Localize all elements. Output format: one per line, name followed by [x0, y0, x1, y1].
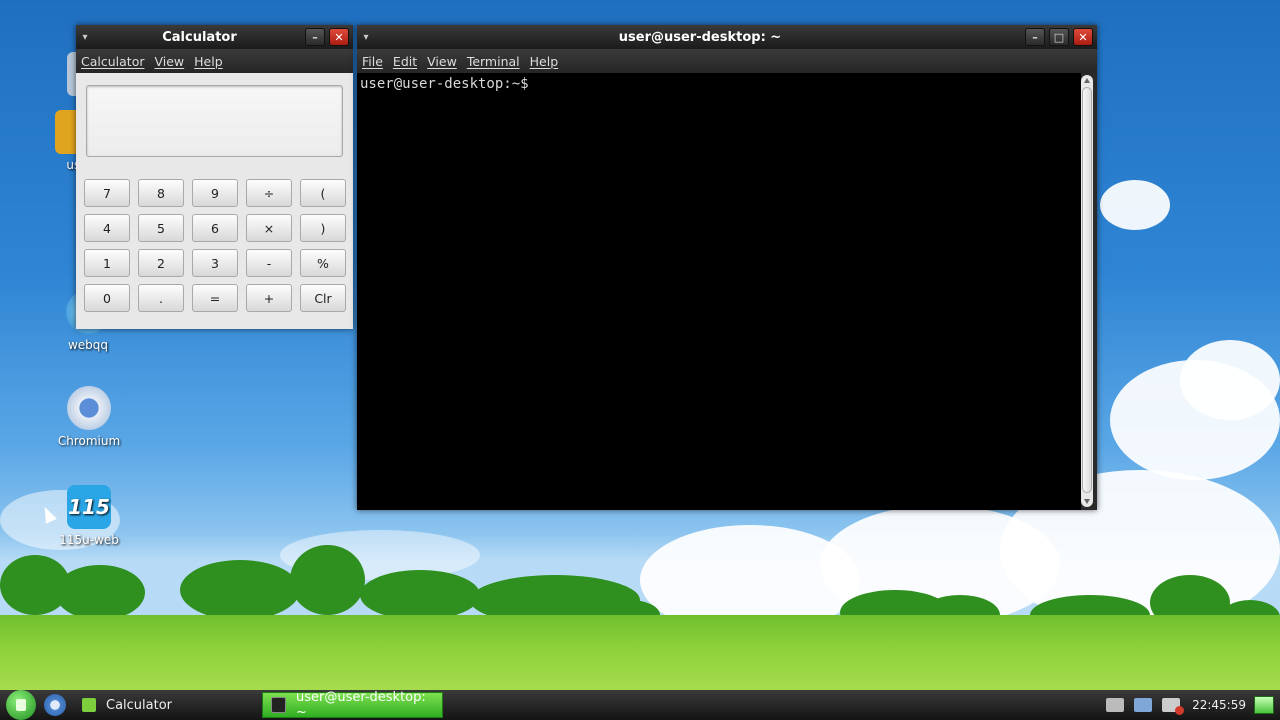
calculator-display [86, 85, 343, 157]
desktop-icon-label: 115u-web [59, 533, 119, 547]
key-0[interactable]: 0 [84, 284, 130, 312]
volume-icon[interactable] [1162, 698, 1185, 715]
scroll-down-icon[interactable] [1084, 499, 1090, 504]
key-open-paren[interactable]: ( [300, 179, 346, 207]
start-icon [16, 699, 26, 711]
key-8[interactable]: 8 [138, 179, 184, 207]
key-1[interactable]: 1 [84, 249, 130, 277]
minimize-button[interactable]: – [305, 28, 325, 46]
terminal-window: ▾ user@user-desktop: ~ – □ ✕ File Edit V… [357, 25, 1097, 510]
key-6[interactable]: 6 [192, 214, 238, 242]
window-menu-icon[interactable]: ▾ [357, 32, 375, 43]
taskbar-item-terminal[interactable]: user@user-desktop: ~ [262, 690, 444, 720]
key-plus[interactable]: + [246, 284, 292, 312]
terminal-prompt: user@user-desktop:~$ [360, 76, 529, 92]
menu-calculator[interactable]: Calculator [76, 54, 149, 69]
taskbar-item-calculator[interactable]: Calculator [74, 692, 184, 718]
window-menu-icon[interactable]: ▾ [76, 32, 94, 43]
menu-view[interactable]: View [149, 54, 189, 69]
desktop-icon-label: webqq [67, 338, 109, 352]
taskbar: Calculator user@user-desktop: ~ 22:45:59 [0, 690, 1280, 720]
key-7[interactable]: 7 [84, 179, 130, 207]
calculator-titlebar[interactable]: ▾ Calculator – ✕ [76, 25, 353, 49]
menu-view[interactable]: View [422, 54, 462, 69]
key-9[interactable]: 9 [192, 179, 238, 207]
115-icon: 115 [67, 485, 111, 529]
menu-help[interactable]: Help [525, 54, 564, 69]
key-equals[interactable]: = [192, 284, 238, 312]
menu-help[interactable]: Help [189, 54, 228, 69]
key-2[interactable]: 2 [138, 249, 184, 277]
task-label: user@user-desktop: ~ [295, 690, 426, 720]
menu-edit[interactable]: Edit [388, 54, 422, 69]
key-5[interactable]: 5 [138, 214, 184, 242]
task-label: Calculator [106, 697, 173, 713]
key-minus[interactable]: - [246, 249, 292, 277]
system-tray: 22:45:59 [1106, 696, 1280, 715]
scrollbar-thumb[interactable] [1082, 87, 1092, 493]
close-button[interactable]: ✕ [1073, 28, 1093, 46]
key-percent[interactable]: % [300, 249, 346, 277]
volume-muted-icon [1175, 706, 1185, 715]
key-4[interactable]: 4 [84, 214, 130, 242]
start-menu-button[interactable] [6, 690, 36, 720]
terminal-output[interactable]: user@user-desktop:~$ [357, 73, 1081, 510]
key-decimal[interactable]: . [138, 284, 184, 312]
calculator-menubar: Calculator View Help [76, 49, 353, 73]
show-desktop-button[interactable] [1254, 696, 1274, 714]
browser-launcher-icon[interactable] [44, 694, 66, 716]
network-icon[interactable] [1134, 698, 1153, 712]
chromium-icon [67, 386, 111, 430]
maximize-button[interactable]: □ [1049, 28, 1069, 46]
clock[interactable]: 22:45:59 [1192, 698, 1246, 712]
calculator-title: Calculator [162, 29, 237, 45]
minimize-button[interactable]: – [1025, 28, 1045, 46]
menu-terminal[interactable]: Terminal [462, 54, 525, 69]
calculator-icon [82, 698, 96, 712]
keyboard-icon[interactable] [1106, 698, 1125, 712]
menu-file[interactable]: File [357, 54, 388, 69]
scroll-up-icon[interactable] [1084, 78, 1090, 83]
terminal-icon [271, 697, 286, 713]
calculator-window: ▾ Calculator – ✕ Calculator View Help 7 … [76, 25, 353, 329]
key-divide[interactable]: ÷ [246, 179, 292, 207]
calculator-keypad: 7 8 9 ÷ ( 4 5 6 × ) 1 2 3 - % 0 . = + Cl… [84, 179, 346, 312]
key-multiply[interactable]: × [246, 214, 292, 242]
terminal-title: user@user-desktop: ~ [618, 29, 782, 45]
terminal-scrollbar[interactable] [1081, 75, 1093, 507]
desktop-icon-115[interactable]: 115 115u-web [52, 485, 126, 547]
desktop-icon-chromium[interactable]: Chromium [52, 386, 126, 448]
terminal-titlebar[interactable]: ▾ user@user-desktop: ~ – □ ✕ [357, 25, 1097, 49]
terminal-menubar: File Edit View Terminal Help [357, 49, 1097, 73]
key-clear[interactable]: Clr [300, 284, 346, 312]
desktop-icon-label: Chromium [57, 434, 121, 448]
key-3[interactable]: 3 [192, 249, 238, 277]
close-button[interactable]: ✕ [329, 28, 349, 46]
key-close-paren[interactable]: ) [300, 214, 346, 242]
